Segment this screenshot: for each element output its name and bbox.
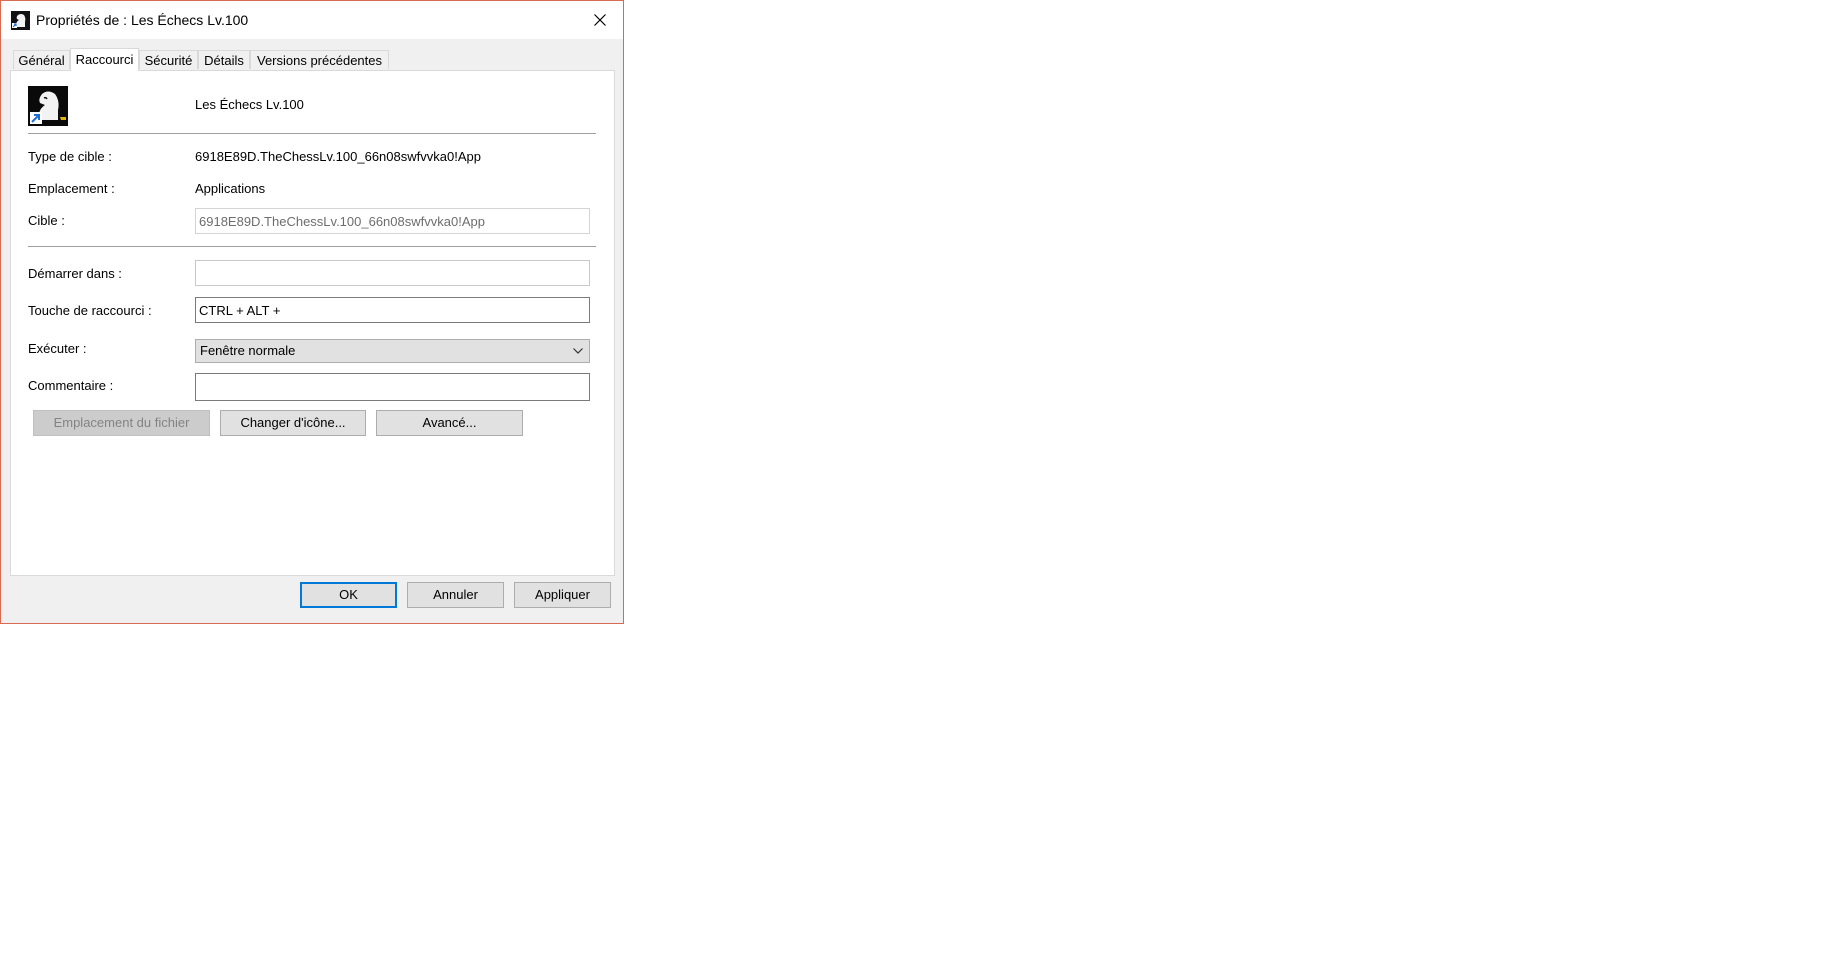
run-label: Exécuter : [28, 341, 87, 356]
target-input[interactable] [195, 208, 590, 234]
tab-shortcut[interactable]: Raccourci [70, 48, 139, 71]
close-icon [594, 14, 606, 26]
hotkey-label: Touche de raccourci : [28, 303, 152, 318]
title-bar[interactable]: Propriétés de : Les Échecs Lv.100 [1, 1, 623, 39]
comment-input[interactable] [195, 373, 590, 401]
tab-previous-versions[interactable]: Versions précédentes [250, 50, 389, 69]
properties-dialog: Propriétés de : Les Échecs Lv.100 Généra… [0, 0, 624, 624]
location-label: Emplacement : [28, 181, 115, 196]
target-label: Cible : [28, 213, 65, 228]
target-type-value: 6918E89D.TheChessLv.100_66n08swfvvka0!Ap… [195, 149, 481, 164]
chevron-down-icon [573, 348, 583, 354]
change-icon-button[interactable]: Changer d'icône... [220, 410, 366, 436]
run-select-value: Fenêtre normale [200, 343, 296, 358]
hotkey-input[interactable] [195, 297, 590, 323]
location-value: Applications [195, 181, 266, 196]
separator [28, 246, 596, 248]
comment-label: Commentaire : [28, 378, 114, 393]
target-type-label: Type de cible : [28, 149, 112, 164]
advanced-button[interactable]: Avancé... [376, 410, 523, 436]
run-select[interactable]: Fenêtre normale [195, 339, 590, 363]
window-title: Propriétés de : Les Échecs Lv.100 [36, 12, 249, 28]
open-file-location-button[interactable]: Emplacement du fichier [33, 410, 210, 436]
tab-details[interactable]: Détails [198, 50, 250, 69]
tab-general[interactable]: Général [13, 50, 70, 69]
separator [28, 133, 596, 135]
app-name: Les Échecs Lv.100 [195, 97, 304, 112]
start-in-label: Démarrer dans : [28, 266, 122, 281]
shortcut-panel: Les Échecs Lv.100 Type de cible : 6918E8… [10, 70, 615, 576]
apply-button[interactable]: Appliquer [514, 582, 611, 608]
cancel-button[interactable]: Annuler [407, 582, 504, 608]
ok-button[interactable]: OK [300, 582, 397, 608]
start-in-input[interactable] [195, 260, 590, 286]
close-button[interactable] [577, 1, 623, 39]
chess-knight-icon [28, 86, 68, 126]
chess-knight-icon [11, 11, 30, 30]
tab-security[interactable]: Sécurité [139, 50, 198, 69]
